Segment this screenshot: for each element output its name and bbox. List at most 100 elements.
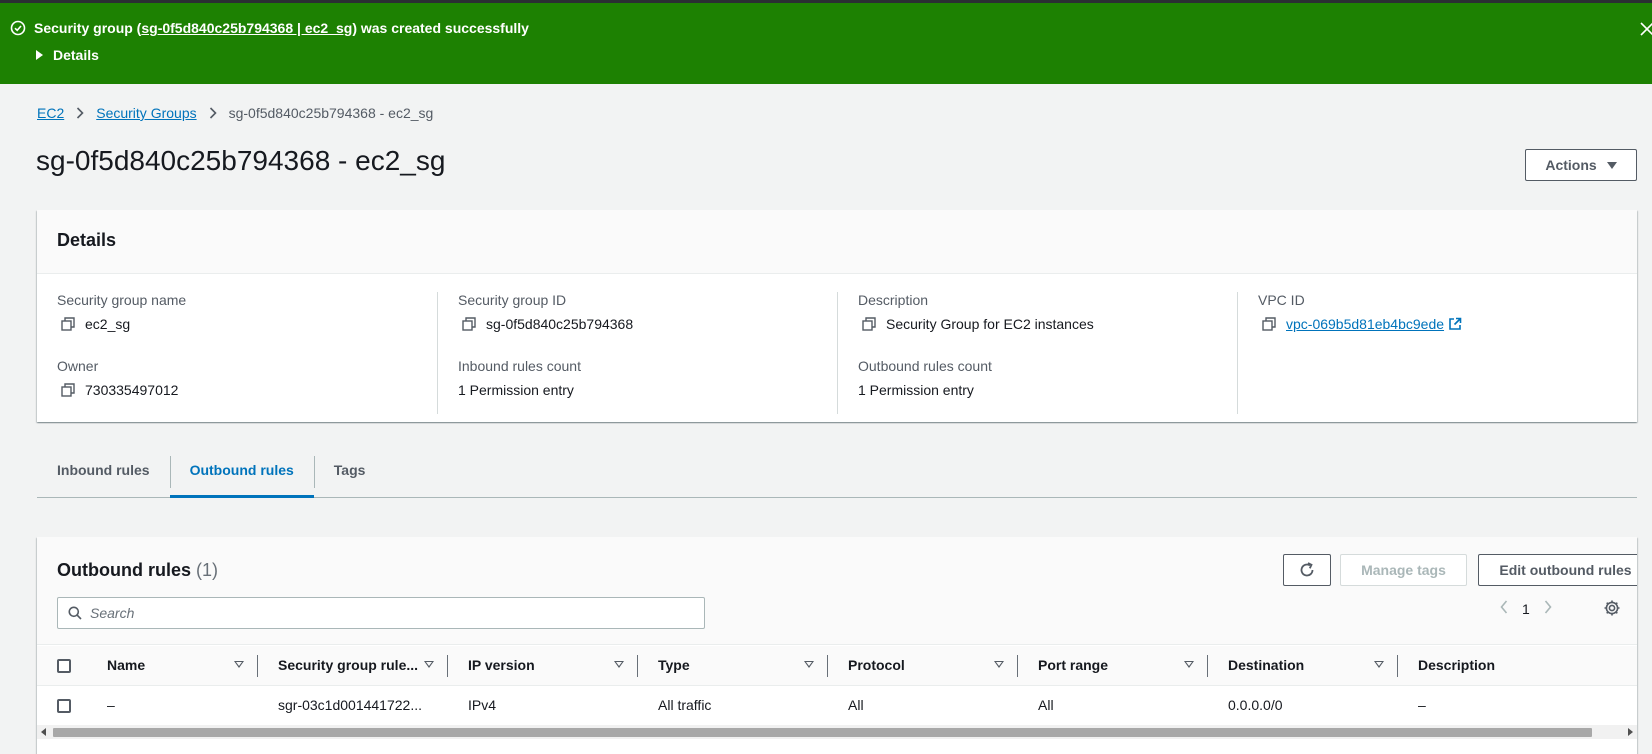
banner-message: Security group (sg-0f5d840c25b794368 | e… bbox=[10, 20, 529, 36]
col-protocol-label: Protocol bbox=[848, 657, 905, 674]
breadcrumb-security-groups[interactable]: Security Groups bbox=[96, 105, 196, 121]
inbound-count-value: 1 Permission entry bbox=[458, 382, 574, 398]
refresh-icon bbox=[1300, 562, 1314, 577]
banner-sg-link[interactable]: sg-0f5d840c25b794368 | ec2_sg bbox=[141, 20, 352, 36]
outbound-rules-panel: Outbound rules (1) Manage tags Edit outb… bbox=[37, 537, 1637, 754]
chevron-right-icon bbox=[76, 107, 84, 119]
vpc-id-link[interactable]: vpc-069b5d81eb4bc9ede bbox=[1286, 316, 1444, 332]
col-type[interactable]: Type bbox=[638, 646, 828, 686]
chevron-left-icon[interactable] bbox=[1500, 600, 1508, 617]
success-check-icon bbox=[10, 20, 26, 36]
copy-icon[interactable] bbox=[462, 317, 476, 331]
col-port-range[interactable]: Port range bbox=[1018, 646, 1208, 686]
vpc-id-field: VPC ID vpc-069b5d81eb4bc9ede bbox=[1258, 292, 1462, 332]
copy-icon[interactable] bbox=[1262, 317, 1276, 331]
outbound-count-field: Outbound rules count 1 Permission entry bbox=[858, 358, 992, 398]
col-description[interactable]: Description bbox=[1398, 646, 1637, 686]
row-select-cell bbox=[37, 685, 87, 726]
tab-tags[interactable]: Tags bbox=[313, 448, 386, 498]
col-rule-id[interactable]: Security group rule... bbox=[258, 646, 448, 686]
col-ip-version[interactable]: IP version bbox=[448, 646, 638, 686]
horizontal-scrollbar[interactable] bbox=[37, 725, 1637, 739]
sort-down-icon[interactable] bbox=[994, 661, 1004, 668]
chevron-right-icon[interactable] bbox=[1544, 600, 1552, 617]
actions-label: Actions bbox=[1545, 157, 1597, 173]
col-ip-version-label: IP version bbox=[468, 657, 535, 674]
sort-down-icon[interactable] bbox=[424, 661, 434, 668]
col-type-label: Type bbox=[658, 657, 690, 674]
cell-ip-version: IPv4 bbox=[448, 685, 638, 726]
outbound-rules-table: Name Security group rule... IP version T… bbox=[37, 646, 1637, 726]
copy-icon[interactable] bbox=[61, 383, 75, 397]
page-title: sg-0f5d840c25b794368 - ec2_sg bbox=[36, 145, 446, 176]
sg-id-value: sg-0f5d840c25b794368 bbox=[486, 316, 634, 332]
sort-down-icon[interactable] bbox=[804, 661, 814, 668]
inbound-count-field: Inbound rules count 1 Permission entry bbox=[458, 358, 581, 398]
sg-name-label: Security group name bbox=[57, 292, 187, 308]
sort-down-icon[interactable] bbox=[234, 661, 244, 668]
tab-outbound-rules[interactable]: Outbound rules bbox=[169, 448, 314, 498]
close-icon[interactable] bbox=[1638, 20, 1652, 40]
banner-text-suffix: ) was created successfully bbox=[352, 20, 529, 36]
banner-text-prefix: Security group ( bbox=[34, 20, 142, 36]
col-destination[interactable]: Destination bbox=[1208, 646, 1398, 686]
actions-dropdown-button[interactable]: Actions bbox=[1525, 149, 1637, 181]
copy-icon[interactable] bbox=[61, 317, 75, 331]
rules-title-text: Outbound rules bbox=[57, 560, 191, 580]
external-link-icon[interactable] bbox=[1448, 317, 1462, 331]
gear-icon[interactable] bbox=[1603, 599, 1621, 617]
tab-inbound-rules[interactable]: Inbound rules bbox=[37, 448, 170, 498]
col-name[interactable]: Name bbox=[87, 646, 258, 686]
chevron-right-icon bbox=[209, 107, 217, 119]
table-row[interactable]: – sgr-03c1d001441722... IPv4 All traffic… bbox=[37, 685, 1637, 726]
details-column-3: Description Security Group for EC2 insta… bbox=[837, 292, 1237, 414]
owner-value: 730335497012 bbox=[85, 382, 179, 398]
owner-label: Owner bbox=[57, 358, 99, 374]
success-flash-banner: Security group (sg-0f5d840c25b794368 | e… bbox=[0, 0, 1652, 84]
cell-destination: 0.0.0.0/0 bbox=[1208, 685, 1398, 726]
banner-details-label: Details bbox=[53, 47, 99, 63]
rules-tabs: Inbound rules Outbound rules Tags bbox=[37, 448, 1637, 498]
details-column-4: VPC ID vpc-069b5d81eb4bc9ede bbox=[1237, 292, 1637, 414]
page-number[interactable]: 1 bbox=[1522, 601, 1530, 617]
copy-icon[interactable] bbox=[862, 317, 876, 331]
table-header-row: Name Security group rule... IP version T… bbox=[37, 646, 1637, 686]
row-checkbox[interactable] bbox=[57, 699, 71, 714]
breadcrumb-ec2[interactable]: EC2 bbox=[37, 105, 64, 121]
cell-name: – bbox=[87, 685, 258, 726]
col-rule-id-label: Security group rule... bbox=[278, 657, 419, 674]
cell-type: All traffic bbox=[638, 685, 828, 726]
description-value: Security Group for EC2 instances bbox=[886, 316, 1094, 332]
description-field: Description Security Group for EC2 insta… bbox=[858, 292, 1094, 332]
scrollbar-thumb[interactable] bbox=[53, 728, 1592, 737]
sort-down-icon[interactable] bbox=[1374, 661, 1384, 668]
col-protocol[interactable]: Protocol bbox=[828, 646, 1018, 686]
sg-id-field: Security group ID sg-0f5d840c25b794368 bbox=[458, 292, 633, 332]
col-destination-label: Destination bbox=[1228, 657, 1305, 674]
sg-name-value: ec2_sg bbox=[85, 316, 131, 332]
banner-details-toggle[interactable]: Details bbox=[36, 47, 99, 63]
pagination: 1 bbox=[1500, 600, 1552, 617]
sort-down-icon[interactable] bbox=[614, 661, 624, 668]
cell-description: – bbox=[1398, 685, 1637, 726]
col-name-label: Name bbox=[107, 657, 146, 674]
outbound-count-value: 1 Permission entry bbox=[858, 382, 974, 398]
manage-tags-button[interactable]: Manage tags bbox=[1340, 554, 1467, 586]
edit-outbound-rules-button[interactable]: Edit outbound rules bbox=[1478, 554, 1637, 586]
sg-name-field: Security group name ec2_sg bbox=[57, 292, 186, 332]
rules-title: Outbound rules (1) bbox=[57, 560, 218, 581]
breadcrumb: EC2 Security Groups sg-0f5d840c25b794368… bbox=[37, 105, 433, 121]
cell-port-range: All bbox=[1018, 685, 1208, 726]
details-column-2: Security group ID sg-0f5d840c25b794368 I… bbox=[437, 292, 837, 414]
scroll-right-arrow-icon[interactable] bbox=[1628, 728, 1633, 736]
sort-down-icon[interactable] bbox=[1184, 661, 1194, 668]
scroll-left-arrow-icon[interactable] bbox=[41, 728, 46, 736]
rules-header: Outbound rules (1) Manage tags Edit outb… bbox=[37, 537, 1637, 645]
caret-right-icon bbox=[36, 50, 43, 60]
col-port-range-label: Port range bbox=[1038, 657, 1109, 674]
refresh-button[interactable] bbox=[1283, 554, 1331, 586]
select-all-checkbox[interactable] bbox=[57, 659, 71, 674]
vpc-id-label: VPC ID bbox=[1258, 292, 1305, 308]
search-input[interactable] bbox=[90, 605, 690, 621]
details-header: Details bbox=[37, 210, 1637, 274]
